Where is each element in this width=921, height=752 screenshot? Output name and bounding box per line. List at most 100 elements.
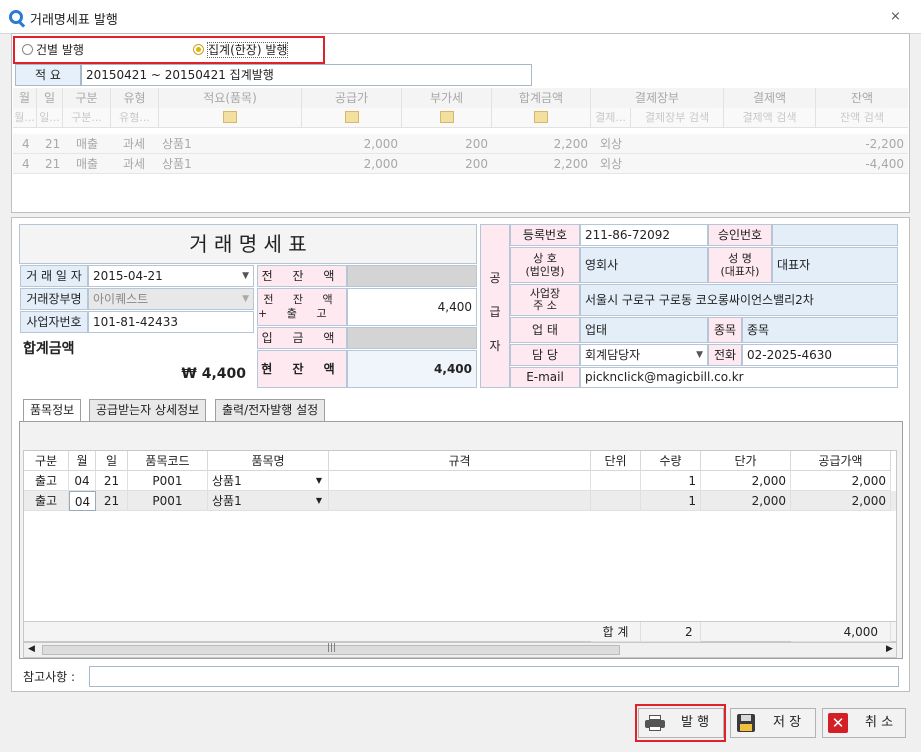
filter-memo[interactable] [159, 108, 302, 128]
total-value: ₩ 4,400 [181, 366, 246, 382]
summary-panel: 건별 발행 집계(한장) 발행 적 요 20150421 ~ 20150421 … [11, 33, 910, 213]
col-unit[interactable]: 단위 [591, 451, 641, 471]
table-row[interactable]: 출고 04 21 P001 상품1 ▼ 1 2,000 2,000 [24, 471, 896, 491]
col-type[interactable]: 구분 [63, 88, 111, 108]
date-label: 거 래 일 자 [20, 265, 88, 287]
dropdown-arrow-icon: ▼ [315, 496, 322, 505]
reg-value: 211-86-72092 [580, 224, 708, 246]
col-month[interactable]: 월 [13, 88, 37, 108]
filter-total[interactable] [492, 108, 591, 128]
issue-button[interactable]: 발 행 [638, 708, 724, 738]
window-title: 거래명세표 발행 [30, 13, 118, 28]
col-unit-price[interactable]: 단가 [701, 451, 791, 471]
col-qty[interactable]: 수량 [641, 451, 701, 471]
filter-book[interactable]: 결제장부 검색 [631, 108, 724, 128]
table-row[interactable]: 4 21 매출 과세 상품1 2,000 200 2,200 외상 -4,400 [13, 154, 908, 174]
table-row[interactable]: 출고 04 21 P001 상품1 ▼ 1 2,000 2,000 [24, 491, 896, 511]
tab-item-info[interactable]: 품목정보 [23, 399, 82, 422]
col-book[interactable]: 결제장부 [591, 88, 724, 108]
scroll-left-icon[interactable]: ◀ [28, 644, 35, 654]
approval-value [772, 224, 898, 246]
total-label: 합계금액 [23, 341, 75, 357]
filter-image-icon [534, 111, 548, 123]
filter-image-icon [344, 111, 359, 123]
dropdown-arrow-icon[interactable]: ▼ [696, 345, 703, 365]
table-row[interactable]: 4 21 매출 과세 상품1 2,000 200 2,200 외상 -2,200 [13, 134, 908, 154]
company-label: 상 호 (법인명) [510, 247, 580, 283]
save-button[interactable]: 저 장 [730, 708, 816, 738]
col-payment[interactable]: 결제액 [724, 88, 816, 108]
col-day[interactable]: 일 [37, 88, 63, 108]
memo-input[interactable]: 20150421 ~ 20150421 집계발행 [81, 64, 532, 86]
prev-plus-label: 전 잔 액+ 출 고 액 [257, 288, 347, 326]
col-balance[interactable]: 잔액 [816, 88, 908, 108]
tab-buyer-detail[interactable]: 공급받는자 상세정보 [89, 399, 207, 421]
filter-payment[interactable]: 결제액 검색 [724, 108, 816, 128]
radio-individual[interactable]: 건별 발행 [22, 41, 84, 58]
col-day[interactable]: 일 [96, 451, 128, 471]
save-disk-icon [737, 714, 755, 732]
app-icon [9, 10, 23, 24]
email-label: E-mail [510, 367, 580, 388]
title-bar: 거래명세표 발행 ⨯ [0, 0, 921, 34]
items-grid: 구분 월 일 품목코드 품목명 규격 단위 수량 단가 공급가액 출고 04 2… [23, 450, 897, 642]
deposit-value [347, 327, 477, 349]
filter-vat[interactable] [402, 108, 492, 128]
invoice-title: 거 래 명 세 표 [19, 224, 477, 264]
ceo-value: 대표자 [772, 247, 898, 283]
radio-summary[interactable]: 집계(한장) 발행 [193, 41, 289, 58]
approval-label: 승인번호 [708, 224, 772, 246]
book-select[interactable]: 아이퀘스트 ▼ [88, 288, 254, 310]
col-item-code[interactable]: 품목코드 [128, 451, 208, 471]
manager-label: 담 당 [510, 344, 580, 366]
col-month[interactable]: 월 [69, 451, 96, 471]
dropdown-arrow-icon[interactable]: ▼ [242, 266, 249, 286]
filter-row: 월... 일... 구분... 유형... 결제... 결제장부 검색 결제액 … [13, 108, 908, 128]
totals-row: 합 계 2 4,000 [24, 621, 896, 642]
top-grid-header: 월 일 구분 유형 적요(품목) 공급가 부가세 합계금액 결제장부 결제액 잔… [13, 88, 908, 108]
col-memo[interactable]: 적요(품목) [159, 88, 302, 108]
scrollbar-thumb[interactable]: ||| [42, 643, 620, 655]
email-input[interactable]: pickncIick@magicbill.co.kr [580, 367, 898, 388]
col-spec[interactable]: 규격 [329, 451, 591, 471]
ceo-label: 성 명 (대표자) [708, 247, 772, 283]
item-value: 종목 [742, 317, 898, 343]
filter-month[interactable]: 월... [13, 108, 37, 128]
col-kind[interactable]: 구분 [24, 451, 69, 471]
item-label: 종목 [708, 317, 742, 343]
reg-label: 등록번호 [510, 224, 580, 246]
filter-day[interactable]: 일... [37, 108, 63, 128]
prev-plus-value: 4,400 [347, 288, 477, 326]
radio-off-icon [22, 44, 33, 55]
filter-book-short[interactable]: 결제... [591, 108, 631, 128]
address-label: 사업장 주 소 [510, 284, 580, 316]
date-input[interactable]: 2015-04-21 ▼ [88, 265, 254, 287]
col-item-name[interactable]: 품목명 [208, 451, 329, 471]
cancel-button[interactable]: ✕ 취 소 [822, 708, 906, 738]
radio-on-icon [193, 44, 204, 55]
phone-input[interactable]: 02-2025-4630 [742, 344, 898, 366]
tab-output-settings[interactable]: 출력/전자발행 설정 [215, 399, 326, 421]
col-total[interactable]: 합계금액 [492, 88, 591, 108]
filter-image-icon [439, 111, 454, 123]
phone-label: 전화 [708, 344, 742, 366]
note-input[interactable] [89, 666, 899, 687]
horizontal-scrollbar[interactable]: ◀ ||| ▶ [23, 642, 897, 658]
col-vat[interactable]: 부가세 [402, 88, 492, 108]
bizno-input[interactable]: 101-81-42433 [88, 311, 254, 333]
filter-supply[interactable] [302, 108, 402, 128]
col-kind[interactable]: 유형 [111, 88, 159, 108]
filter-type[interactable]: 구분... [63, 108, 111, 128]
col-supply[interactable]: 공급가 [302, 88, 402, 108]
filter-kind[interactable]: 유형... [111, 108, 159, 128]
manager-select[interactable]: 회계담당자 ▼ [580, 344, 708, 366]
dropdown-arrow-icon: ▼ [315, 476, 322, 485]
dropdown-arrow-icon[interactable]: ▼ [242, 289, 249, 309]
filter-balance[interactable]: 잔액 검색 [816, 108, 908, 128]
close-icon[interactable]: ⨯ [890, 9, 901, 24]
close-x-icon: ✕ [828, 713, 848, 733]
biztype-label: 업 태 [510, 317, 580, 343]
deposit-label: 입 금 액 [257, 327, 347, 349]
scroll-right-icon[interactable]: ▶ [886, 644, 893, 654]
col-supply-amount[interactable]: 공급가액 [791, 451, 891, 471]
